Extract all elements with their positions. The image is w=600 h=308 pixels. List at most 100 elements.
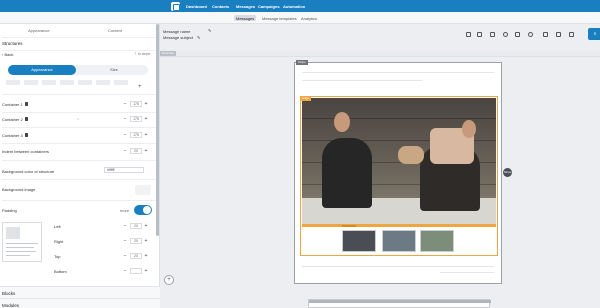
container-1-stepper: − 175 + [122, 101, 150, 107]
next-stripe-preview[interactable] [308, 299, 491, 308]
decrement-button[interactable]: − [122, 268, 128, 274]
app-logo-icon[interactable] [171, 2, 180, 11]
nav-dashboard[interactable]: Dashboard [186, 4, 207, 9]
decrement-button[interactable]: − [122, 253, 128, 259]
padding-left-label: Left [54, 224, 61, 229]
divider [2, 37, 156, 38]
thumbnail-image[interactable] [342, 230, 376, 252]
layout-preset[interactable] [42, 80, 56, 85]
message-subject-label: Message subject [163, 35, 194, 40]
nav-automation[interactable]: Automation [283, 4, 305, 9]
trash-icon[interactable] [25, 102, 28, 106]
drag-handle-icon[interactable]: ⇔ [76, 116, 80, 121]
segment-appearance[interactable]: Appearance [8, 65, 76, 75]
save-icon[interactable] [556, 32, 561, 37]
padding-left-stepper: − 20 + [122, 223, 150, 229]
layout-preset[interactable] [24, 80, 38, 85]
selection-segment[interactable] [342, 224, 356, 227]
undo-icon[interactable] [466, 32, 471, 37]
stripe-line [302, 72, 494, 73]
layout-preset[interactable] [60, 80, 74, 85]
increment-button[interactable]: + [143, 223, 149, 229]
eye-icon[interactable] [528, 32, 533, 37]
indent-value[interactable]: 20 [130, 148, 142, 154]
trash-icon[interactable] [25, 133, 28, 137]
decrement-button[interactable]: − [122, 238, 128, 244]
send-button[interactable]: S [588, 28, 600, 40]
padding-top-label: Top [54, 254, 61, 259]
tab-appearance[interactable]: Appearance [28, 28, 50, 33]
tab-content[interactable]: Content [108, 28, 122, 33]
canvas-toolbar [160, 50, 600, 57]
padding-top-value[interactable]: 20 [130, 253, 142, 259]
structure-chip[interactable]: Structure [160, 51, 177, 56]
thumbnail-image[interactable] [382, 230, 416, 252]
decrement-button[interactable]: − [122, 101, 128, 107]
code-icon[interactable] [503, 32, 508, 37]
decrement-button[interactable]: − [122, 132, 128, 138]
redo-icon[interactable] [477, 32, 482, 37]
container-3-width[interactable]: 175 [130, 132, 142, 138]
clone-icon[interactable] [569, 32, 574, 37]
copy-icon[interactable] [543, 32, 548, 37]
text-line [6, 247, 34, 248]
mobile-icon[interactable] [490, 32, 495, 37]
stripe-line [302, 80, 422, 81]
blocks-section[interactable]: Blocks [0, 286, 160, 298]
subtab-message-templates[interactable]: Message templates [260, 15, 299, 21]
edit-subject-icon[interactable]: ✎ [197, 35, 200, 40]
subtab-analytics[interactable]: Analytics [299, 15, 319, 21]
nav-messages[interactable]: Messages [236, 4, 255, 9]
settings-panel: Appearance Content Structures ‹ Back ⇡ t… [0, 24, 160, 308]
stripe-side-handle[interactable]: Stripe [503, 168, 512, 177]
divider [2, 94, 156, 95]
nav-campaigns[interactable]: Campaigns [258, 4, 280, 9]
panel-scrollbar[interactable] [156, 24, 159, 236]
container-3-stepper: − 175 + [122, 132, 150, 138]
increment-button[interactable]: + [143, 268, 149, 274]
increment-button[interactable]: + [143, 238, 149, 244]
thumbnail-image[interactable] [420, 230, 454, 252]
padding-bottom-value[interactable] [130, 268, 142, 274]
back-link[interactable]: ‹ Back [2, 52, 13, 57]
increment-button[interactable]: + [143, 148, 149, 154]
side-handle-label: Stripe [503, 170, 512, 174]
text-line [6, 255, 30, 256]
back-label: Back [4, 52, 14, 57]
subtab-messages[interactable]: Messages [234, 15, 257, 21]
padding-right-value[interactable]: 20 [130, 238, 142, 244]
stripe-tag[interactable]: Stripe [296, 60, 308, 65]
thumbnail-row [302, 228, 496, 254]
nav-contacts[interactable]: Contacts [212, 4, 229, 9]
layout-preset[interactable] [78, 80, 92, 85]
edit-name-icon[interactable]: ✎ [208, 28, 211, 33]
layout-preset[interactable] [6, 80, 20, 85]
divider [2, 200, 156, 201]
container-2-width[interactable]: 175 [130, 116, 142, 122]
padding-left-value[interactable]: 20 [130, 223, 142, 229]
hero-photo[interactable] [302, 98, 496, 224]
layout-preset[interactable] [96, 80, 110, 85]
decrement-button[interactable]: − [122, 223, 128, 229]
image-tag[interactable]: Image [301, 97, 311, 101]
padding-toggle[interactable] [134, 205, 152, 215]
settings-icon[interactable] [515, 32, 520, 37]
layout-preset[interactable] [114, 80, 128, 85]
increment-button[interactable]: + [143, 116, 149, 122]
segment-size[interactable]: Size [80, 65, 148, 75]
stripe-line [302, 266, 494, 267]
add-container-icon[interactable]: + [138, 84, 142, 90]
trash-icon[interactable] [25, 117, 28, 121]
background-image-picker[interactable] [135, 185, 151, 195]
modules-section[interactable]: Modules [0, 298, 160, 308]
increment-button[interactable]: + [143, 101, 149, 107]
container-1-width[interactable]: 175 [130, 101, 142, 107]
decrement-button[interactable]: − [122, 148, 128, 154]
decrement-button[interactable]: − [122, 116, 128, 122]
background-color-input[interactable]: #ffffff [104, 167, 144, 173]
to-stripe-label: to stripe [137, 52, 151, 56]
to-stripe-link[interactable]: ⇡ to stripe [134, 52, 150, 56]
increment-button[interactable]: + [143, 132, 149, 138]
add-stripe-icon[interactable]: + [164, 275, 174, 285]
increment-button[interactable]: + [143, 253, 149, 259]
